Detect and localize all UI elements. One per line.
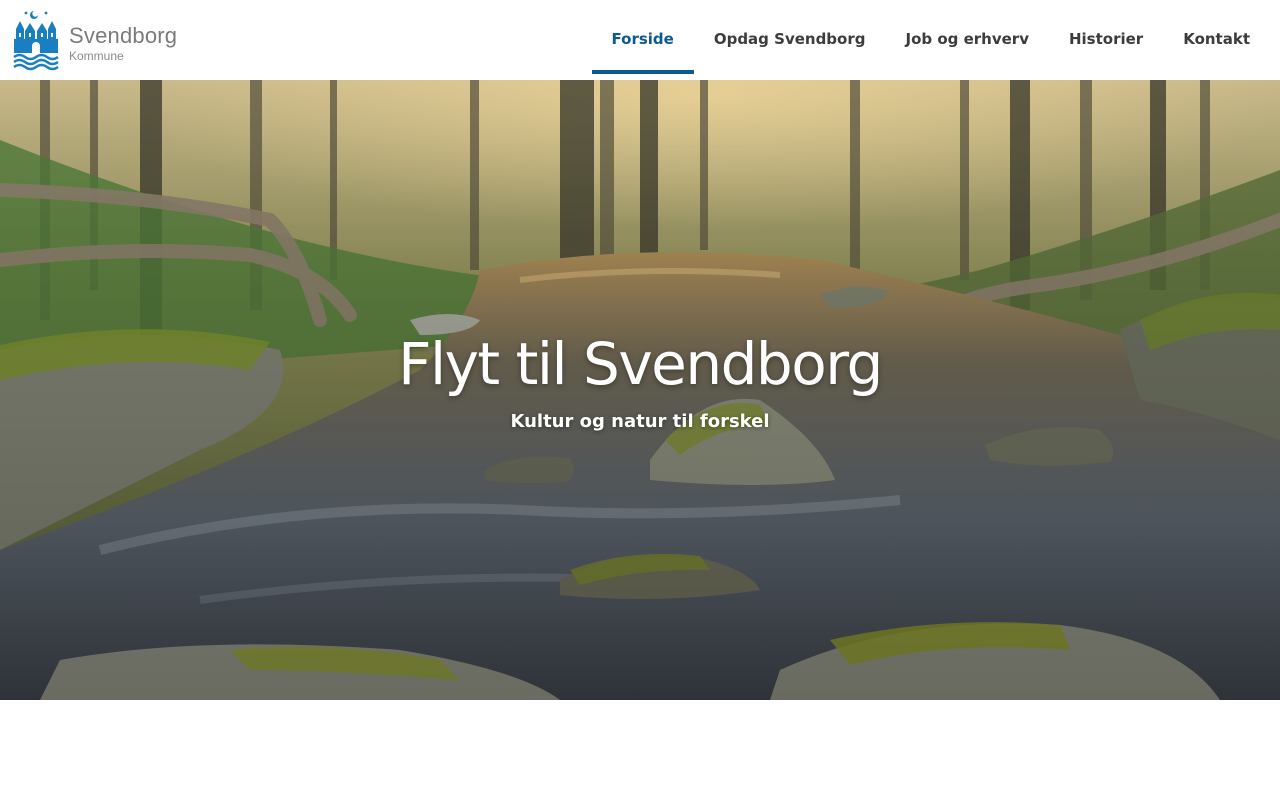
logo-name: Svendborg [69, 22, 178, 48]
hero-banner: Flyt til Svendborg Kultur og natur til f… [0, 80, 1280, 700]
hero-title: Flyt til Svendborg [398, 330, 883, 398]
logo-subtitle: Kommune [69, 48, 124, 63]
nav-item-forside[interactable]: Forside [591, 4, 695, 74]
site-logo[interactable]: Svendborg Kommune [12, 8, 177, 72]
hero-text: Flyt til Svendborg Kultur og natur til f… [0, 328, 1280, 434]
nav-item-historier[interactable]: Historier [1049, 4, 1163, 74]
main-navigation: Forside Opdag Svendborg Job og erhverv H… [591, 0, 1271, 80]
site-header: Svendborg Kommune Forside Opdag Svendbor… [0, 0, 1280, 80]
nav-item-kontakt[interactable]: Kontakt [1163, 4, 1270, 74]
svendborg-coat-of-arms-icon [13, 11, 59, 71]
page-content-area [0, 700, 1280, 800]
nav-item-job-og-erhverv[interactable]: Job og erhverv [885, 4, 1049, 74]
logo-wordmark: Svendborg Kommune [69, 18, 177, 63]
nav-item-opdag-svendborg[interactable]: Opdag Svendborg [694, 4, 886, 74]
hero-subtitle: Kultur og natur til forskel [510, 411, 770, 432]
